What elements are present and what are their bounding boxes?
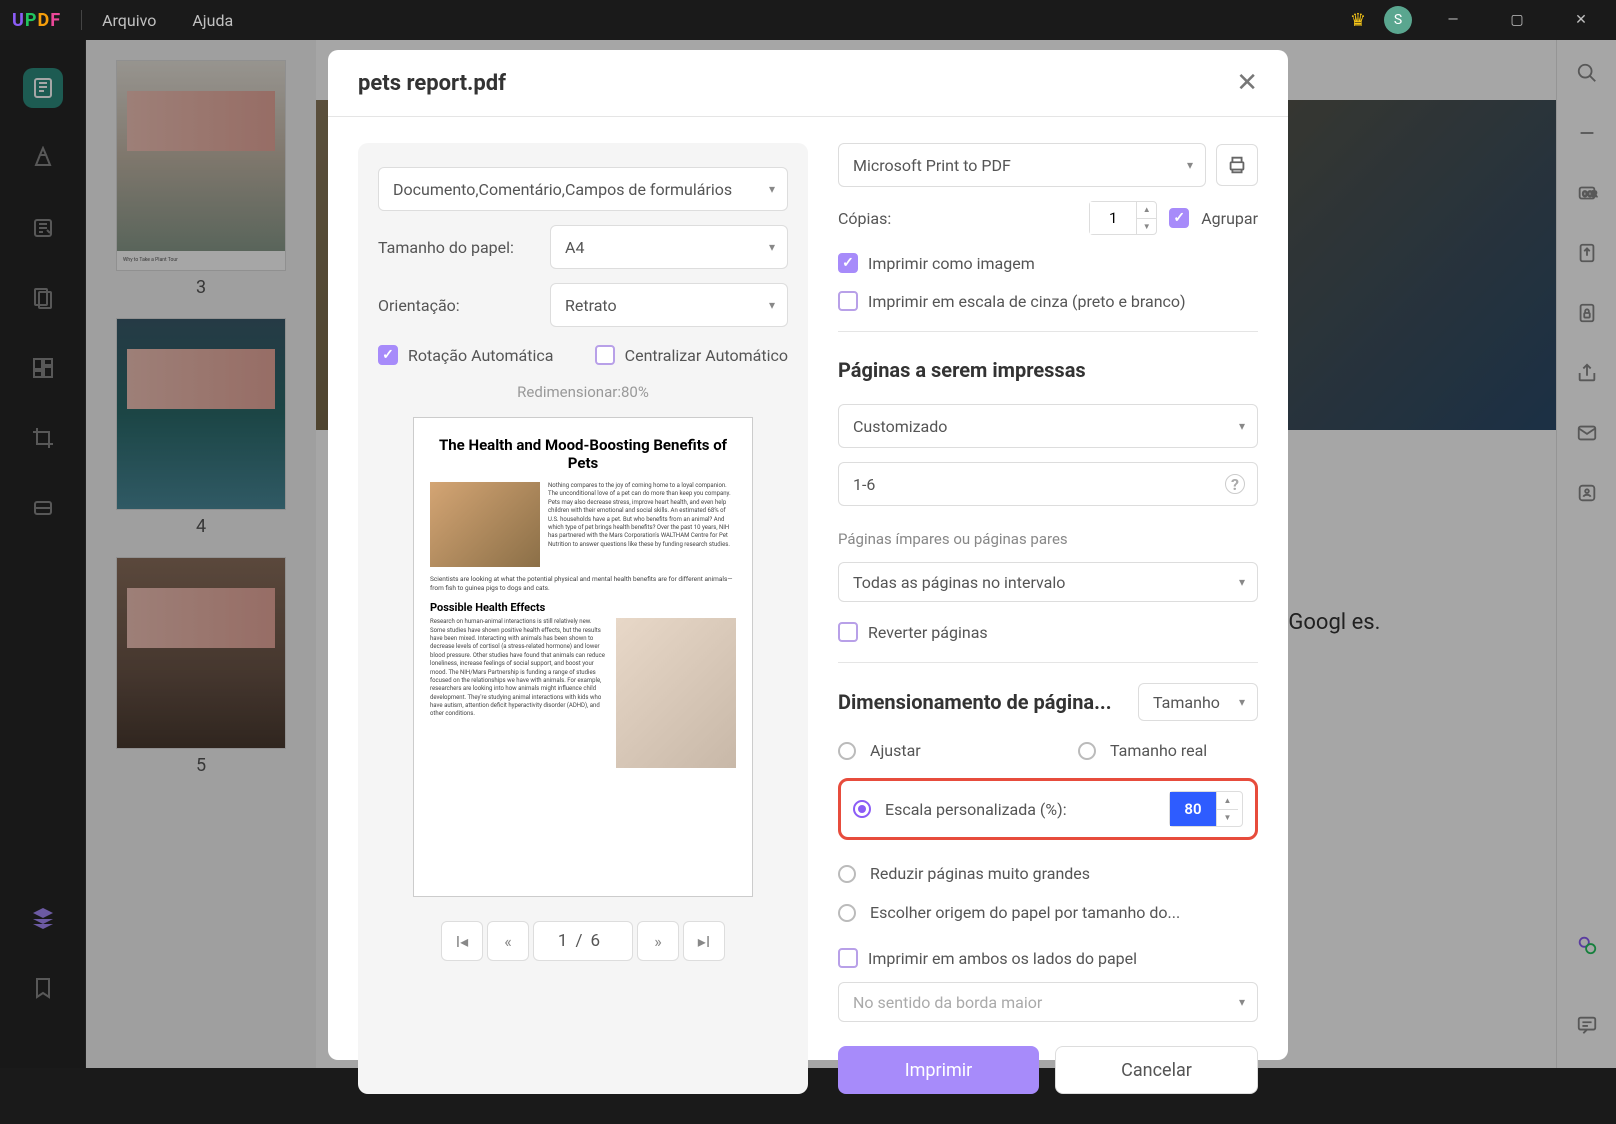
scale-down[interactable]: ▼ — [1217, 810, 1238, 827]
auto-rotate-checkbox[interactable] — [378, 345, 398, 365]
copies-up[interactable]: ▲ — [1137, 202, 1156, 219]
close-icon[interactable]: ✕ — [1236, 68, 1258, 98]
copies-spinner[interactable]: ▲▼ — [1089, 201, 1157, 235]
pages-mode-select[interactable]: Customizado — [838, 404, 1258, 448]
reverse-checkbox[interactable] — [838, 622, 858, 642]
copies-input[interactable] — [1090, 202, 1136, 234]
preview-img-cat — [430, 482, 540, 567]
pages-section-title: Páginas a serem impressas — [838, 358, 1258, 382]
last-page-button[interactable]: ▸I — [683, 921, 725, 961]
sizing-select[interactable]: Tamanho — [1138, 683, 1258, 721]
page-indicator[interactable]: 1/6 — [533, 921, 633, 961]
scale-spinner[interactable]: ▲▼ — [1169, 791, 1243, 827]
shrink-radio[interactable] — [838, 865, 856, 883]
orientation-select[interactable]: Retrato — [550, 283, 788, 327]
preview-text-3: Research on human-animal interactions is… — [430, 618, 608, 768]
cancel-button[interactable]: Cancelar — [1055, 1046, 1258, 1094]
preview-subhead: Possible Health Effects — [430, 601, 736, 614]
resize-label: Redimensionar:80% — [378, 383, 788, 401]
copies-label: Cópias: — [838, 209, 891, 228]
minimize-button[interactable]: — — [1430, 4, 1476, 36]
sizing-section-title: Dimensionamento de página... — [838, 690, 1128, 714]
odd-even-select[interactable]: Todas as páginas no intervalo — [838, 562, 1258, 602]
shrink-label: Reduzir páginas muito grandes — [870, 864, 1258, 883]
fit-label: Ajustar — [870, 741, 1018, 760]
print-preview: The Health and Mood-Boosting Benefits of… — [413, 417, 753, 897]
prev-page-button[interactable]: « — [487, 921, 529, 961]
first-page-button[interactable]: I◂ — [441, 921, 483, 961]
grayscale-checkbox[interactable] — [838, 291, 858, 311]
reverse-label: Reverter páginas — [868, 623, 988, 642]
pages-range-input[interactable]: 1-6 ? — [838, 462, 1258, 506]
copies-down[interactable]: ▼ — [1137, 219, 1156, 235]
modal-title: pets report.pdf — [358, 71, 506, 96]
fit-radio[interactable] — [838, 742, 856, 760]
actual-radio[interactable] — [1078, 742, 1096, 760]
auto-center-label: Centralizar Automático — [625, 346, 788, 365]
orientation-label: Orientação: — [378, 296, 538, 315]
source-label: Escolher origem do papel por tamanho do.… — [870, 903, 1258, 922]
actual-label: Tamanho real — [1110, 741, 1258, 760]
user-avatar[interactable]: S — [1384, 6, 1412, 34]
print-preview-panel: Documento,Comentário,Campos de formulári… — [358, 143, 808, 1094]
titlebar: UPDF Arquivo Ajuda ♛ S — ▢ ✕ — [0, 0, 1616, 40]
content-select[interactable]: Documento,Comentário,Campos de formulári… — [378, 167, 788, 211]
preview-pager: I◂ « 1/6 » ▸I — [378, 921, 788, 961]
custom-scale-radio[interactable] — [853, 800, 871, 818]
printer-select[interactable]: Microsoft Print to PDF — [838, 143, 1206, 187]
paper-size-select[interactable]: A4 — [550, 225, 788, 269]
print-button[interactable]: Imprimir — [838, 1046, 1039, 1094]
modal-overlay: pets report.pdf ✕ Documento,Comentário,C… — [0, 40, 1616, 1068]
collate-label: Agrupar — [1201, 209, 1258, 228]
print-dialog: pets report.pdf ✕ Documento,Comentário,C… — [328, 50, 1288, 1060]
custom-scale-label: Escala personalizada (%): — [885, 800, 1155, 819]
close-button[interactable]: ✕ — [1558, 4, 1604, 36]
paper-size-label: Tamanho do papel: — [378, 238, 538, 257]
print-image-checkbox[interactable] — [838, 253, 858, 273]
crown-icon[interactable]: ♛ — [1350, 10, 1366, 31]
next-page-button[interactable]: » — [637, 921, 679, 961]
maximize-button[interactable]: ▢ — [1494, 4, 1540, 36]
print-options-panel: Microsoft Print to PDF Cópias: ▲▼ Agrupa… — [838, 143, 1258, 1094]
auto-rotate-label: Rotação Automática — [408, 346, 553, 365]
duplex-label: Imprimir em ambos os lados do papel — [868, 949, 1137, 968]
duplex-mode-select[interactable]: No sentido da borda maior — [838, 982, 1258, 1022]
menu-file[interactable]: Arquivo — [102, 11, 156, 30]
collate-checkbox[interactable] — [1169, 208, 1189, 228]
printer-icon[interactable] — [1216, 144, 1258, 186]
menu-help[interactable]: Ajuda — [192, 11, 233, 30]
app-logo: UPDF — [12, 10, 61, 31]
help-icon[interactable]: ? — [1225, 474, 1245, 494]
preview-img-dog — [616, 618, 736, 768]
print-image-label: Imprimir como imagem — [868, 254, 1035, 273]
grayscale-label: Imprimir em escala de cinza (preto e bra… — [868, 292, 1186, 311]
preview-title: The Health and Mood-Boosting Benefits of… — [430, 436, 736, 472]
preview-text-2: Scientists are looking at what the poten… — [430, 575, 736, 593]
preview-text-1: Nothing compares to the joy of coming ho… — [548, 482, 736, 567]
scale-input[interactable] — [1170, 792, 1216, 826]
divider — [81, 10, 82, 30]
source-radio[interactable] — [838, 904, 856, 922]
odd-even-label: Páginas ímpares ou páginas pares — [838, 530, 1258, 548]
scale-up[interactable]: ▲ — [1217, 792, 1238, 810]
custom-scale-highlight: Escala personalizada (%): ▲▼ — [838, 778, 1258, 840]
auto-center-checkbox[interactable] — [595, 345, 615, 365]
duplex-checkbox[interactable] — [838, 948, 858, 968]
